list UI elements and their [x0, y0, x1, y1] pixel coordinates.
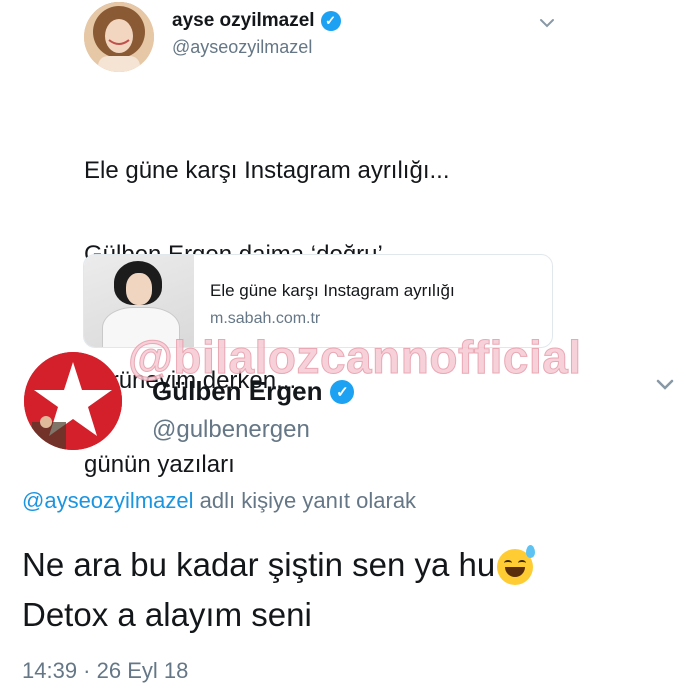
author-name-label: Gülben Ergen	[152, 376, 323, 406]
verified-badge-icon: ✓	[330, 379, 355, 404]
reply-mention-link[interactable]: @ayseozyilmazel	[22, 488, 194, 513]
verified-badge-icon: ✓	[320, 11, 341, 31]
author-name-label: ayse ozyilmazel	[172, 10, 315, 31]
avatar-gulben[interactable]	[24, 352, 122, 450]
chevron-down-icon[interactable]	[652, 372, 678, 398]
tweet-line-part: günün yazıları	[84, 451, 235, 478]
timestamp[interactable]: 14:39 · 26 Eyl 18	[22, 658, 188, 684]
chevron-down-icon[interactable]	[536, 12, 558, 34]
reply-text: Ne ara bu kadar şiştin sen ya hu Detox a…	[22, 540, 682, 640]
reply-line: Detox a alayım seni	[22, 596, 312, 633]
reply-line-text: Ne ara bu kadar şiştin sen ya hu	[22, 546, 496, 583]
author-name[interactable]: Gülben Ergen ✓	[152, 376, 355, 407]
author-handle[interactable]: @ayseozyilmazel	[172, 37, 312, 58]
link-card-title: Ele güne karşı Instagram ayrılığı	[210, 281, 455, 300]
author-name[interactable]: ayse ozyilmazel ✓	[172, 10, 341, 32]
reply-line: Ne ara bu kadar şiştin sen ya hu	[22, 540, 682, 590]
link-card-url: m.sabah.com.tr	[210, 310, 321, 327]
reply-suffix: adlı kişiye yanıt olarak	[199, 488, 417, 513]
grinning-sweat-emoji-icon	[497, 545, 536, 586]
avatar-ayse[interactable]	[84, 2, 154, 72]
author-handle[interactable]: @gulbenergen	[152, 416, 310, 444]
tweet-line: Ele güne karşı Instagram ayrılığı...	[84, 157, 450, 184]
reply-context: @ayseozyilmazel adlı kişiye yanıt olarak	[22, 488, 416, 514]
